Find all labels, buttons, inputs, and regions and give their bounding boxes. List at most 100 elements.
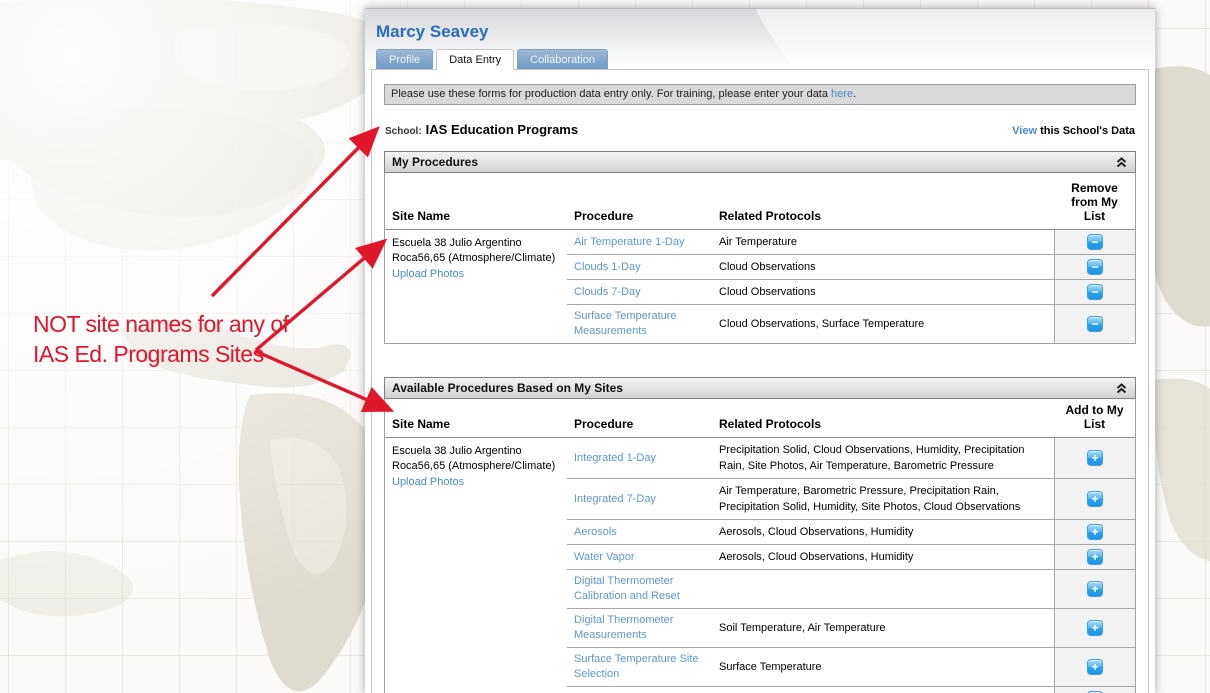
action-cell: + (1054, 609, 1135, 647)
table-row: Aerosols Aerosols, Cloud Observations, H… (567, 519, 1135, 544)
related-protocols-cell: Cloud Observations (712, 255, 1054, 279)
procedure-cell: Integrated 7-Day (567, 479, 712, 519)
related-protocols-cell: Air Temperature (712, 230, 1054, 254)
upload-photos-link[interactable]: Upload Photos (392, 267, 464, 282)
action-cell: − (1054, 305, 1135, 343)
procedure-link[interactable]: Digital Thermometer Calibration and Rese… (574, 574, 705, 604)
column-header-remove-from-my-list: Remove from My List (1054, 177, 1135, 229)
procedure-link[interactable]: Surface Temperature Site Selection (574, 652, 705, 682)
add-to-list-button[interactable]: + (1087, 620, 1103, 636)
related-protocols-cell: Air Temperature, Barometric Pressure, Pr… (712, 479, 1054, 519)
procedure-cell: Clouds 7-Day (567, 280, 712, 304)
action-cell: + (1054, 438, 1135, 478)
tab-collaboration[interactable]: Collaboration (517, 49, 608, 69)
procedure-link[interactable]: Surface Temperature Measurements (574, 309, 705, 339)
procedure-cell: Surface Ozone (567, 687, 712, 693)
procedure-link[interactable]: Integrated 1-Day (574, 451, 656, 466)
column-header-procedure: Procedure (567, 205, 712, 229)
school-label: School: (385, 126, 422, 137)
column-header-procedure: Procedure (567, 413, 712, 437)
view-school-data-rest: this School's Data (1037, 125, 1135, 137)
view-school-data: View this School's Data (1012, 125, 1135, 137)
site-cell: Escuela 38 Julio Argentino Roca56,65 (At… (385, 230, 567, 343)
tab-data-entry[interactable]: Data Entry (436, 49, 514, 70)
related-protocols-cell: Cloud Observations, Surface Temperature (712, 305, 1054, 343)
add-to-list-button[interactable]: + (1087, 524, 1103, 540)
procedure-link[interactable]: Air Temperature 1-Day (574, 235, 684, 250)
add-to-list-button[interactable]: + (1087, 450, 1103, 466)
related-protocols-cell (712, 570, 1054, 608)
remove-from-list-button[interactable]: − (1087, 259, 1103, 275)
related-protocols-cell: Surface Temperature (712, 648, 1054, 686)
training-here-link[interactable]: here (831, 88, 853, 100)
procedure-cell: Surface Temperature Site Selection (567, 648, 712, 686)
action-cell: − (1054, 280, 1135, 304)
add-to-list-button[interactable]: + (1087, 581, 1103, 597)
action-cell: − (1054, 255, 1135, 279)
procedure-cell: Water Vapor (567, 545, 712, 569)
table-row: Surface Temperature Measurements Cloud O… (567, 304, 1135, 343)
table-row: Surface Ozone Ozone, Humidity, Cloud Obs… (567, 686, 1135, 693)
annotation-line-1: NOT site names for any of (33, 309, 289, 339)
remove-from-list-button[interactable]: − (1087, 284, 1103, 300)
column-header-site-name: Site Name (385, 413, 567, 437)
school-row: School: IAS Education Programs View this… (385, 122, 1135, 137)
double-chevron-up-icon (1115, 156, 1128, 169)
available-procedures-title: Available Procedures Based on My Sites (392, 381, 623, 395)
add-to-list-button[interactable]: + (1087, 491, 1103, 507)
action-cell: + (1054, 687, 1135, 693)
related-protocols-cell: Aerosols, Cloud Observations, Humidity (712, 545, 1054, 569)
available-procedures-rows: Integrated 1-Day Precipitation Solid, Cl… (567, 438, 1135, 693)
available-procedures-header: Available Procedures Based on My Sites (384, 377, 1136, 399)
collapse-button[interactable] (1115, 382, 1128, 395)
action-cell: + (1054, 545, 1135, 569)
site-name: Escuela 38 Julio Argentino Roca56,65 (At… (392, 445, 555, 472)
remove-from-list-button[interactable]: − (1087, 234, 1103, 250)
procedure-link[interactable]: Aerosols (574, 525, 617, 540)
annotation-note: NOT site names for any of IAS Ed. Progra… (33, 309, 289, 369)
procedure-link[interactable]: Integrated 7-Day (574, 492, 656, 507)
related-protocols-cell: Cloud Observations (712, 280, 1054, 304)
school-name: IAS Education Programs (426, 122, 578, 137)
my-procedures-table: Site Name Procedure Related Protocols Re… (384, 173, 1136, 344)
procedure-cell: Digital Thermometer Calibration and Rese… (567, 570, 712, 608)
related-protocols-cell: Precipitation Solid, Cloud Observations,… (712, 438, 1054, 478)
procedure-link[interactable]: Digital Thermometer Measurements (574, 613, 705, 643)
page-title: Marcy Seavey (376, 22, 1155, 42)
procedure-cell: Air Temperature 1-Day (567, 230, 712, 254)
table-row: Integrated 1-Day Precipitation Solid, Cl… (567, 438, 1135, 478)
column-header-related-protocols: Related Protocols (712, 205, 1054, 229)
procedure-cell: Digital Thermometer Measurements (567, 609, 712, 647)
table-row: Integrated 7-Day Air Temperature, Barome… (567, 478, 1135, 519)
procedure-link[interactable]: Clouds 7-Day (574, 285, 641, 300)
table-row: Air Temperature 1-Day Air Temperature − (567, 230, 1135, 254)
annotation-line-2: IAS Ed. Programs Sites (33, 339, 289, 369)
procedure-cell: Aerosols (567, 520, 712, 544)
action-cell: + (1054, 520, 1135, 544)
collapse-button[interactable] (1115, 156, 1128, 169)
table-row: Digital Thermometer Calibration and Rese… (567, 569, 1135, 608)
my-procedures-header: My Procedures (384, 151, 1136, 173)
add-to-list-button[interactable]: + (1087, 549, 1103, 565)
remove-from-list-button[interactable]: − (1087, 316, 1103, 332)
column-header-site-name: Site Name (385, 205, 567, 229)
my-procedures-column-headers: Site Name Procedure Related Protocols Re… (385, 173, 1135, 230)
tab-profile[interactable]: Profile (376, 49, 433, 69)
action-cell: + (1054, 648, 1135, 686)
view-school-data-link[interactable]: View (1012, 125, 1037, 137)
tab-bar: Profile Data Entry Collaboration (365, 49, 1155, 69)
upload-photos-link[interactable]: Upload Photos (392, 475, 464, 490)
notice-period: . (853, 88, 856, 100)
procedure-link[interactable]: Clouds 1-Day (574, 260, 641, 275)
available-procedures-table: Site Name Procedure Related Protocols Ad… (384, 399, 1136, 693)
table-row: Surface Temperature Site Selection Surfa… (567, 647, 1135, 686)
available-procedures-column-headers: Site Name Procedure Related Protocols Ad… (385, 399, 1135, 438)
tab-content: Please use these forms for production da… (371, 69, 1149, 693)
my-procedures-rows: Air Temperature 1-Day Air Temperature − … (567, 230, 1135, 343)
column-header-add-to-my-list: Add to My List (1054, 399, 1135, 437)
notice-text: Please use these forms for production da… (391, 88, 831, 100)
add-to-list-button[interactable]: + (1087, 659, 1103, 675)
procedure-link[interactable]: Water Vapor (574, 550, 635, 565)
double-chevron-up-icon (1115, 382, 1128, 395)
profile-panel: Marcy Seavey Profile Data Entry Collabor… (365, 8, 1155, 693)
